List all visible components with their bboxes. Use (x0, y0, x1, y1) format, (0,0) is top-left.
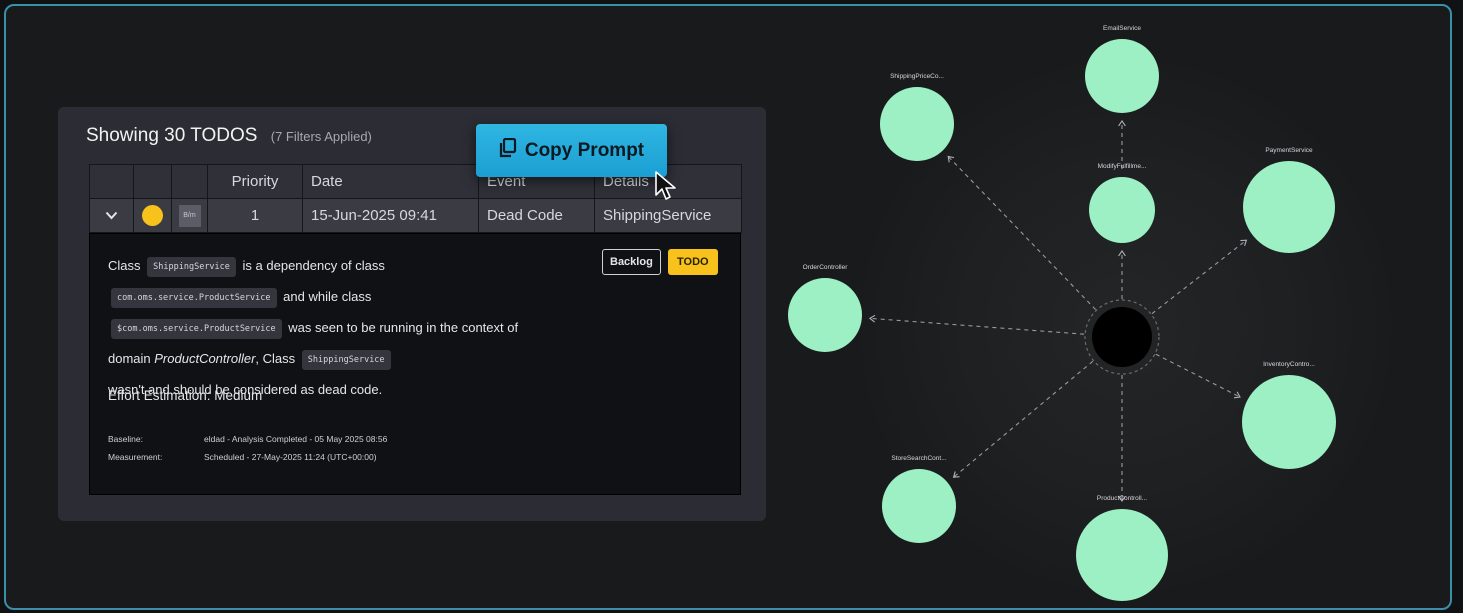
graph-node-label: PaymentService (1265, 147, 1313, 154)
graph-edge (953, 360, 1094, 478)
graph-node-label: StoreSearchCont... (891, 455, 946, 462)
graph-node-label: EmailService (1103, 25, 1141, 32)
graph-node[interactable] (1242, 375, 1336, 469)
graph-node-label: ModifyFulfillme... (1098, 163, 1147, 170)
graph-node[interactable] (1085, 39, 1159, 113)
graph-edge (1151, 239, 1247, 315)
graph-edge (1155, 353, 1241, 398)
graph-node-label: InventoryContro... (1263, 361, 1315, 368)
graph-nodes: EmailService ShippingPriceCo... ModifyFulf… (788, 25, 1336, 601)
graph-node[interactable] (1076, 509, 1168, 601)
graph-node[interactable] (1243, 161, 1335, 253)
service-graph: EmailService ShippingPriceCo... ModifyFulf… (788, 25, 1336, 601)
graph-edge (869, 317, 1085, 335)
graph-edge (947, 156, 1097, 311)
graph-node[interactable] (1089, 177, 1155, 243)
center-node[interactable] (1092, 307, 1152, 367)
graph-node-label: OrderController (803, 264, 849, 271)
graph-node[interactable] (882, 469, 956, 543)
graph-node-label: ProductControll... (1097, 495, 1147, 502)
app-frame: Showing 30 TODOS (7 Filters Applied) Pri… (4, 4, 1452, 610)
graph-node[interactable] (788, 278, 862, 352)
graph-node-label: ShippingPriceCo... (890, 73, 944, 80)
graph-edges (868, 120, 1248, 502)
graph-node[interactable] (880, 87, 954, 161)
